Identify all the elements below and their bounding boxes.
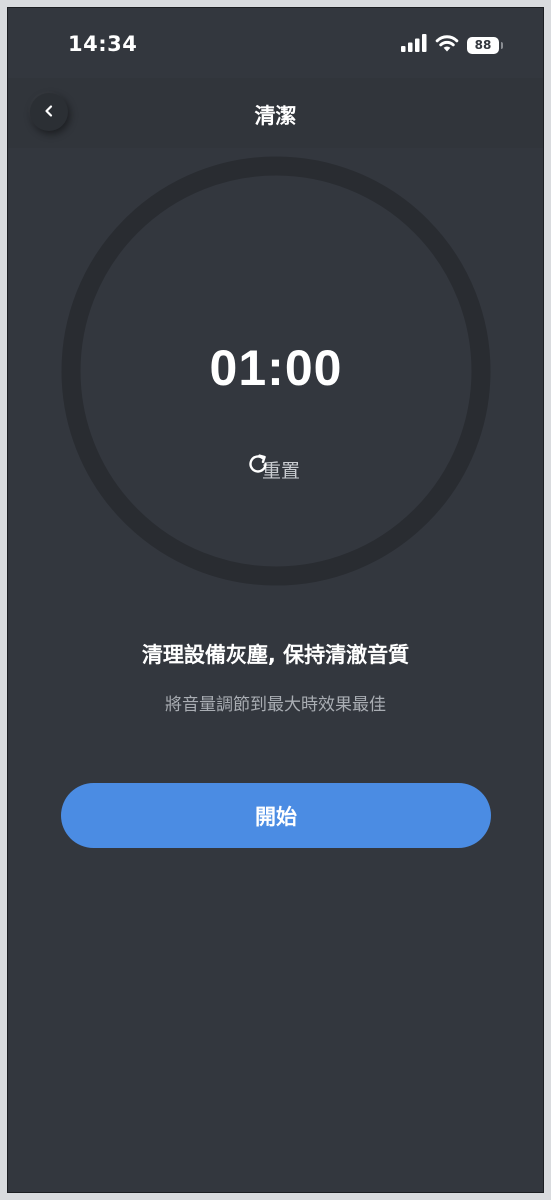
reset-button[interactable]: 重置 xyxy=(246,452,306,487)
description-title: 清理設備灰塵, 保持清澈音質 xyxy=(141,643,410,667)
battery-icon: 88 xyxy=(467,36,499,54)
start-button[interactable]: 開始 xyxy=(61,783,491,848)
battery-percent: 88 xyxy=(474,38,492,52)
battery-cap xyxy=(501,41,503,49)
wifi-icon xyxy=(435,34,459,56)
signal-icon xyxy=(401,34,427,56)
timer-ring: 01:00 重置 xyxy=(61,156,491,586)
status-time: 14:34 xyxy=(68,32,138,56)
status-icons: 88 xyxy=(401,34,503,56)
page-title: 清潔 xyxy=(254,104,297,128)
nav-header: 清潔 xyxy=(8,78,543,148)
phone-screen: 14:34 88 清潔 01:00 重置 清理設備灰塵, 保持清澈音質 將音量調… xyxy=(7,7,544,1193)
status-bar: 14:34 88 xyxy=(8,8,543,78)
description-subtitle: 將音量調節到最大時效果最佳 xyxy=(165,695,386,715)
timer-display: 01:00 xyxy=(209,340,343,396)
